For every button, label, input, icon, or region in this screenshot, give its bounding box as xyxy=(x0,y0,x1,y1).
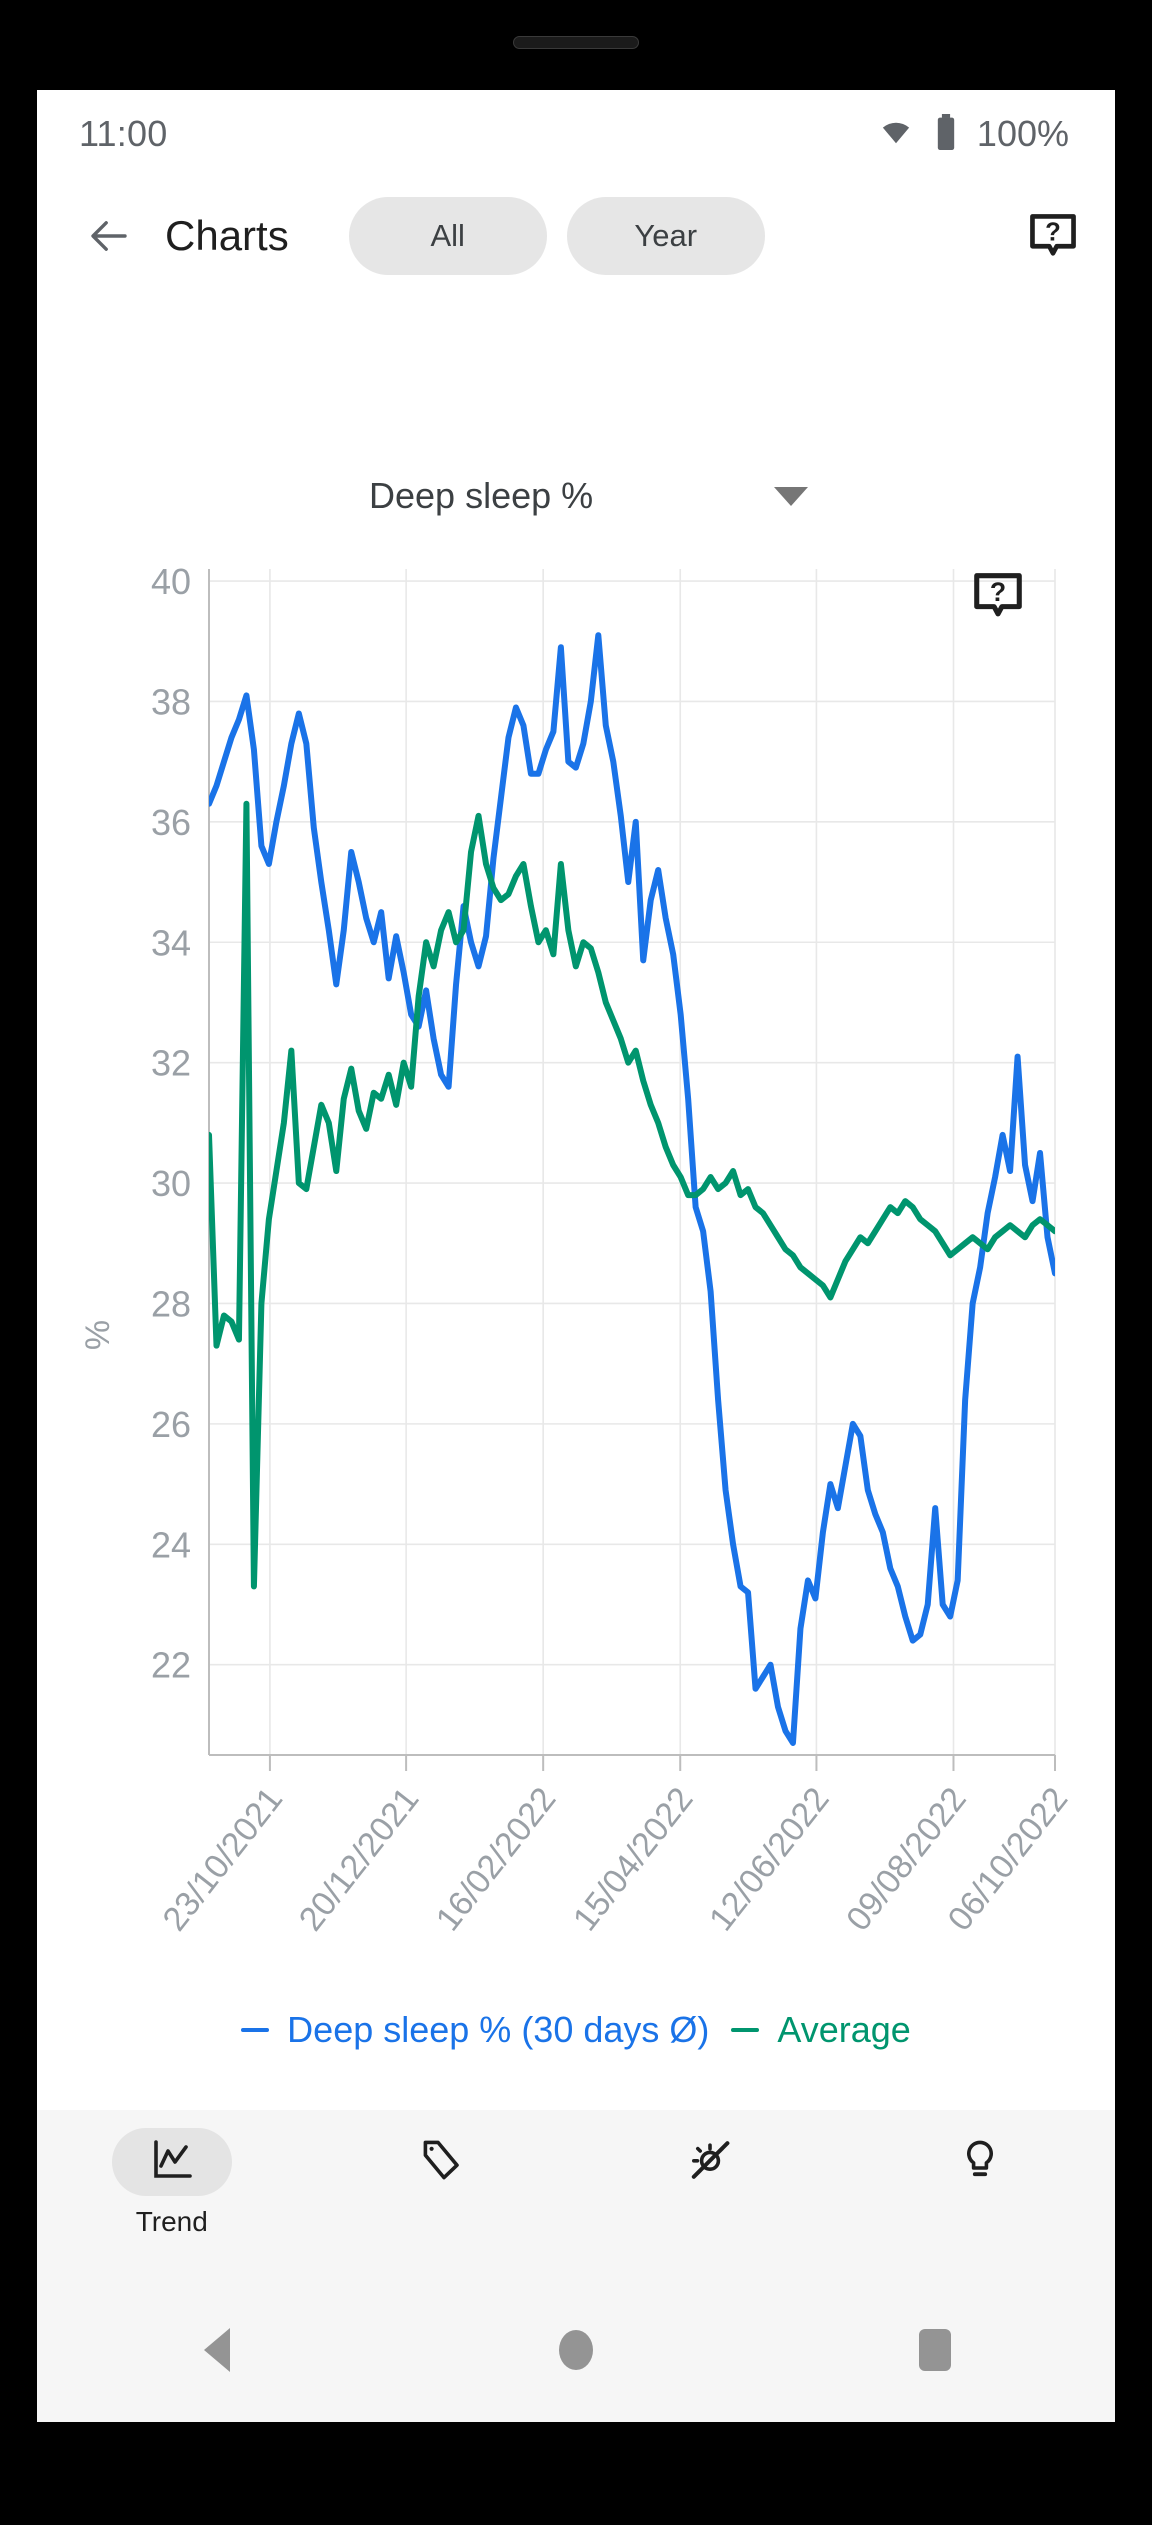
bottom-navigation: Trend xyxy=(37,2110,1115,2278)
svg-text:36: 36 xyxy=(151,802,191,843)
status-indicators: 100% xyxy=(877,113,1069,155)
metric-selected-label: Deep sleep % xyxy=(369,475,594,516)
nav-label-trend: Trend xyxy=(135,2206,208,2237)
chart-help-speech-bubble-icon[interactable]: ? xyxy=(967,565,1029,627)
nav-item-insights[interactable] xyxy=(846,2110,1116,2278)
svg-text:26: 26 xyxy=(151,1404,191,1445)
back-arrow-icon[interactable] xyxy=(81,208,137,264)
nav-item-tags[interactable] xyxy=(307,2110,577,2278)
system-navigation-bar xyxy=(37,2278,1115,2422)
nav-icon-background-tags xyxy=(381,2128,501,2196)
svg-text:%: % xyxy=(79,1320,117,1350)
range-button-year[interactable]: Year xyxy=(566,197,765,275)
range-button-all[interactable]: All xyxy=(348,197,547,275)
svg-text:40: 40 xyxy=(151,561,191,602)
page-title: Charts xyxy=(165,212,289,259)
svg-text:12/06/2022: 12/06/2022 xyxy=(702,1781,837,1938)
chart-legend: Deep sleep % (30 days Ø) Average xyxy=(37,1995,1115,2065)
svg-text:24: 24 xyxy=(151,1524,191,1565)
chart-container[interactable]: 40 38 36 34 32 30 28 26 24 22% 23/10/2021 20/12/202… xyxy=(37,545,1115,2105)
status-clock: 11:00 xyxy=(79,113,168,154)
weather-sun-slash-icon xyxy=(687,2136,735,2189)
phone-frame: 11:00 100% Charts All Year ? Deep sleep … xyxy=(0,0,1152,2525)
svg-text:20/12/2021: 20/12/2021 xyxy=(292,1781,427,1938)
svg-text:32: 32 xyxy=(151,1043,191,1084)
wifi-icon xyxy=(877,117,915,152)
chevron-down-icon xyxy=(774,486,808,506)
nav-item-weather[interactable] xyxy=(576,2110,846,2278)
legend-item-average[interactable]: Average xyxy=(731,2009,911,2051)
phone-screen: 11:00 100% Charts All Year ? Deep sleep … xyxy=(37,90,1115,2422)
svg-text:38: 38 xyxy=(151,681,191,722)
battery-full-icon xyxy=(935,113,957,155)
legend-swatch-blue xyxy=(241,2028,270,2032)
speaker-notch xyxy=(513,36,639,49)
svg-text:?: ? xyxy=(990,577,1006,607)
svg-text:22: 22 xyxy=(151,1645,191,1686)
legend-item-deep-sleep[interactable]: Deep sleep % (30 days Ø) xyxy=(241,2009,709,2051)
battery-percent-label: 100% xyxy=(976,113,1069,154)
metric-selector[interactable]: Deep sleep % xyxy=(37,448,1115,544)
legend-label-deep-sleep: Deep sleep % (30 days Ø) xyxy=(287,2009,710,2050)
svg-text:28: 28 xyxy=(151,1283,191,1324)
legend-label-average: Average xyxy=(777,2009,911,2050)
status-bar: 11:00 100% xyxy=(37,90,1115,178)
line-chart: 40 38 36 34 32 30 28 26 24 22% 23/10/2021 20/12/202… xyxy=(79,561,1075,1938)
system-recents-icon[interactable] xyxy=(875,2305,995,2395)
tag-icon xyxy=(417,2136,465,2189)
svg-text:30: 30 xyxy=(151,1163,191,1204)
svg-text:34: 34 xyxy=(151,922,191,963)
system-back-icon[interactable] xyxy=(157,2305,277,2395)
nav-icon-background-insights xyxy=(920,2128,1040,2196)
nav-icon-background-weather xyxy=(651,2128,771,2196)
svg-text:?: ? xyxy=(1045,219,1061,247)
legend-swatch-green xyxy=(731,2028,760,2032)
system-home-icon[interactable] xyxy=(516,2305,636,2395)
svg-text:16/02/2022: 16/02/2022 xyxy=(429,1781,564,1938)
range-selector: All Year xyxy=(348,197,765,275)
nav-item-trend[interactable]: Trend xyxy=(37,2110,307,2278)
lightbulb-icon xyxy=(956,2136,1004,2189)
help-speech-bubble-icon[interactable]: ? xyxy=(1021,204,1085,268)
line-chart-icon xyxy=(148,2136,196,2189)
nav-icon-background-trend xyxy=(111,2128,232,2196)
svg-text:15/04/2022: 15/04/2022 xyxy=(566,1781,701,1938)
app-bar: Charts All Year ? xyxy=(37,178,1115,294)
svg-text:23/10/2021: 23/10/2021 xyxy=(156,1781,291,1938)
